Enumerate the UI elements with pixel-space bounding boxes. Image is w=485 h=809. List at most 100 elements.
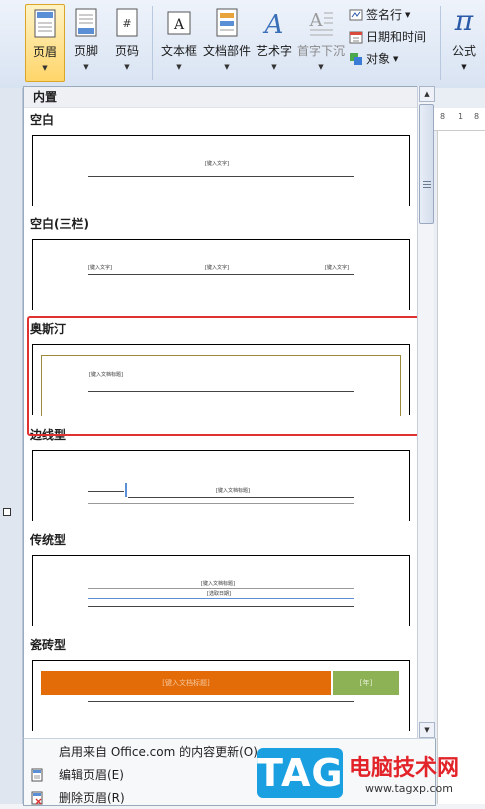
header-rule [88, 176, 354, 177]
grip-line [423, 187, 431, 188]
gallery-item-sideline[interactable]: 边线型 [键入文档标题] [24, 426, 418, 526]
placeholder-text: [键入文字] [88, 265, 112, 271]
gallery-item-title: 瓷砖型 [30, 638, 67, 652]
page-number-button[interactable]: # 页码 ▼ [108, 4, 146, 80]
date-time-button[interactable]: 日期和时间 [349, 28, 426, 45]
left-margin-strip [0, 88, 23, 804]
object-label: 对象 [366, 52, 391, 66]
quick-parts-button-label: 文档部件 [202, 44, 251, 58]
scroll-up-button[interactable]: ▲ [419, 86, 435, 102]
chevron-down-icon: ▼ [405, 10, 411, 19]
pi-icon: π [454, 4, 474, 37]
header-rule [128, 497, 354, 498]
placeholder-text: [键入文档标题] [216, 488, 250, 494]
drop-cap-button-label: 首字下沉 [296, 44, 345, 58]
page-number-button-label: 页码 [114, 44, 139, 58]
wordart-button[interactable]: A 艺术字 ▼ [254, 4, 294, 80]
tag-logo: TAG [257, 748, 343, 798]
chevron-down-icon: ▼ [318, 63, 324, 71]
edit-header-icon [31, 768, 43, 782]
header-rule [88, 701, 354, 702]
header-preview: [键入文档标题] [32, 450, 410, 521]
chevron-down-icon: ▼ [461, 63, 467, 71]
menu-item-label: 删除页眉(R) [59, 791, 125, 805]
placeholder-text: [年] [359, 679, 373, 687]
footer-button[interactable]: 页脚 ▼ [67, 4, 105, 80]
equation-label: 公式 [451, 44, 476, 58]
gallery-item-blank-three-column[interactable]: 空白(三栏) [键入文字] [键入文字] [键入文字] [24, 215, 418, 315]
signature-line-button[interactable]: 签名行 ▼ [349, 6, 410, 23]
watermark: TAG 电脑技术网 www.tagxp.com [251, 744, 485, 804]
gallery-item-blank[interactable]: 空白 [键入文字] [24, 111, 418, 211]
svg-text:A: A [173, 17, 185, 33]
object-button[interactable]: 对象 ▼ [349, 50, 398, 67]
horizontal-ruler[interactable]: 8 1 8 [434, 108, 485, 131]
ruler-tick: 8 [440, 112, 446, 121]
grip-line [423, 181, 431, 182]
gallery-item-title: 空白(三栏) [30, 217, 89, 231]
gallery-item-title: 传统型 [30, 533, 67, 547]
placeholder-text: [键入文字] [325, 265, 349, 271]
header-preview: [键入文档标题] [选取日期] [32, 555, 410, 626]
watermark-title: 电脑技术网 [349, 756, 460, 781]
placeholder-text: [键入文字] [205, 161, 229, 167]
grip-line [423, 184, 431, 185]
side-bar [125, 483, 127, 497]
svg-text:#: # [122, 17, 131, 30]
header-preview: [键入文字] [键入文字] [键入文字] [32, 239, 410, 310]
scroll-thumb[interactable] [419, 104, 434, 224]
menu-item-label: 编辑页眉(E) [59, 768, 124, 782]
header-rule [88, 588, 354, 589]
gallery-item-tiles[interactable]: 瓷砖型 [键入文档标题] [年] [24, 636, 418, 739]
highlight-box [27, 316, 429, 436]
header-icon [34, 9, 56, 38]
drop-cap-icon: A [309, 10, 333, 36]
quick-parts-button[interactable]: 文档部件 ▼ [201, 4, 253, 80]
header-rule [88, 598, 354, 599]
placeholder-text: [键入文档标题] [201, 581, 235, 587]
quick-parts-icon [216, 8, 238, 37]
chevron-down-icon: ▼ [176, 63, 182, 71]
chevron-down-icon: ▼ [393, 54, 399, 63]
gallery-item-traditional[interactable]: 传统型 [键入文档标题] [选取日期] [24, 531, 418, 631]
header-rule [88, 491, 124, 492]
gallery-scrollbar[interactable]: ▲ ▼ [417, 86, 435, 738]
calendar-icon [349, 31, 363, 43]
header-preview: [键入文档标题] [年] [32, 660, 410, 731]
header-rule [88, 503, 354, 504]
scroll-down-button[interactable]: ▼ [419, 722, 435, 738]
resize-handle[interactable] [3, 508, 11, 516]
placeholder-text: [选取日期] [207, 591, 231, 597]
svg-text:A: A [263, 10, 284, 38]
text-box-icon: A [167, 11, 191, 35]
ruler-tick: 1 [458, 112, 464, 121]
text-box-button[interactable]: A 文本框 ▼ [158, 4, 200, 80]
equation-button[interactable]: π 公式 ▼ [444, 4, 484, 71]
header-rule [88, 274, 354, 275]
wordart-button-label: 艺术字 [255, 44, 292, 58]
year-tile: [年] [333, 671, 399, 695]
section-header: 内置 [24, 87, 418, 108]
footer-icon [75, 8, 97, 37]
chevron-down-icon: ▼ [124, 63, 130, 71]
svg-text:A: A [309, 10, 324, 31]
document-page[interactable] [437, 131, 485, 804]
menu-item-label: 启用来自 Office.com 的内容更新(O)... [59, 745, 270, 759]
date-time-label: 日期和时间 [366, 30, 427, 44]
page-number-icon: # [116, 8, 138, 37]
ribbon-separator [440, 6, 441, 80]
watermark-url: www.tagxp.com [365, 782, 453, 795]
object-icon [350, 52, 362, 65]
placeholder-text: [键入文档标题] [162, 679, 210, 687]
gallery-item-title: 空白 [30, 113, 55, 127]
text-box-button-label: 文本框 [160, 44, 197, 58]
signature-icon [349, 9, 363, 20]
drop-cap-button[interactable]: A 首字下沉 ▼ [296, 4, 346, 80]
placeholder-text: [键入文字] [205, 265, 229, 271]
title-tile: [键入文档标题] [41, 671, 331, 695]
header-button[interactable]: 页眉 ▼ [25, 4, 65, 82]
ribbon-separator [152, 6, 153, 80]
header-button-label: 页眉 [32, 45, 57, 59]
chevron-down-icon: ▼ [42, 64, 48, 72]
footer-button-label: 页脚 [73, 44, 98, 58]
